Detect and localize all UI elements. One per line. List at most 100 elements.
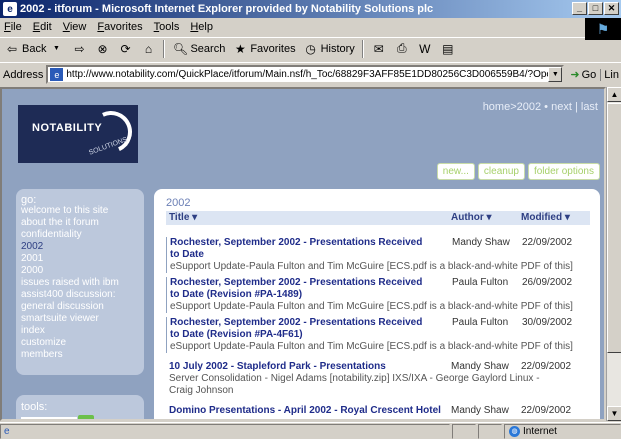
notability-logo: NOTABILITY SOLUTIONS bbox=[18, 105, 138, 163]
doc-title-link[interactable]: Rochester, September 2002 - Presentation… bbox=[167, 237, 429, 261]
stop-icon[interactable]: ⊗ bbox=[94, 41, 110, 57]
author-column-header[interactable]: Author ▾ bbox=[451, 212, 492, 223]
search-button[interactable]: 🔍︎ Search bbox=[172, 41, 225, 57]
menu-file[interactable]: File bbox=[4, 21, 22, 33]
new-button[interactable]: new... bbox=[436, 163, 475, 180]
window-title: 2002 - itforum - Microsoft Internet Expl… bbox=[20, 3, 434, 15]
vertical-scrollbar[interactable]: ▲ ▼ bbox=[606, 87, 621, 421]
menu-bar: File Edit View Favorites Tools Help bbox=[0, 18, 621, 36]
left-navigation: go: welcome to this site about the it fo… bbox=[16, 189, 144, 375]
doc-author: Paula Fulton bbox=[452, 277, 509, 288]
folder-options-button[interactable]: folder options bbox=[527, 163, 600, 180]
doc-date: 22/09/2002 bbox=[521, 405, 572, 415]
nav-item-ibm-issues[interactable]: issues raised with ibm bbox=[21, 277, 139, 289]
doc-title-link[interactable]: Rochester, September 2002 - Presentation… bbox=[167, 317, 429, 341]
breadcrumb-home[interactable]: home bbox=[483, 101, 511, 113]
search-label: Search bbox=[190, 42, 226, 55]
favorites-label: Favorites bbox=[250, 42, 296, 55]
edit-word-icon[interactable]: W bbox=[417, 41, 433, 57]
minimize-button[interactable]: _ bbox=[572, 2, 587, 15]
title-column-header[interactable]: Title ▾ bbox=[169, 212, 197, 223]
doc-author: Mandy Shaw bbox=[451, 361, 509, 372]
breadcrumb-next[interactable]: next bbox=[551, 101, 572, 113]
doc-description: eSupport Update-Paula Fulton and Tim McG… bbox=[170, 301, 573, 312]
links-button[interactable]: Lin bbox=[600, 68, 619, 81]
menu-help[interactable]: Help bbox=[190, 21, 213, 33]
history-button[interactable]: ◷ History bbox=[303, 41, 354, 57]
windows-logo-icon: ⚑ bbox=[585, 18, 621, 40]
folder-actions: new... cleanup folder options bbox=[436, 163, 600, 180]
cleanup-button[interactable]: cleanup bbox=[477, 163, 525, 180]
window-controls: _ □ ✕ bbox=[572, 2, 619, 15]
scroll-thumb[interactable] bbox=[607, 103, 621, 353]
folder-panel: 2002 Title ▾ Author ▾ Modified ▾ Rochest… bbox=[154, 189, 600, 419]
page-icon: e bbox=[50, 68, 64, 81]
status-bar: e ◍ Internet bbox=[0, 422, 621, 439]
refresh-icon[interactable]: ⟳ bbox=[117, 41, 133, 57]
nav-item-assist400[interactable]: assist400 discussion: bbox=[21, 289, 139, 301]
address-bar: Address e http://www.notability.com/Quic… bbox=[0, 62, 621, 86]
zone-label: Internet bbox=[523, 425, 557, 437]
nav-item-2002[interactable]: 2002 bbox=[21, 241, 139, 253]
doc-author: Paula Fulton bbox=[452, 317, 509, 328]
nav-item-index[interactable]: index bbox=[21, 325, 139, 337]
chevron-down-icon: ▼ bbox=[53, 45, 60, 52]
maximize-button[interactable]: □ bbox=[588, 2, 603, 15]
mail-icon[interactable]: ✉ bbox=[371, 41, 387, 57]
doc-title-link[interactable]: Domino Presentations - April 2002 - Roya… bbox=[166, 405, 466, 415]
address-input[interactable]: e http://www.notability.com/QuickPlace/i… bbox=[46, 65, 565, 84]
status-progress-cell bbox=[452, 423, 476, 439]
nav-item-customize[interactable]: customize bbox=[21, 337, 139, 349]
favorites-icon: ★ bbox=[234, 41, 246, 56]
folder-title: 2002 bbox=[166, 197, 191, 209]
nav-item-members[interactable]: members bbox=[21, 349, 139, 361]
breadcrumb-sep: | bbox=[571, 101, 581, 113]
scroll-down-button[interactable]: ▼ bbox=[607, 406, 621, 421]
menu-view[interactable]: View bbox=[63, 21, 87, 33]
scroll-up-button[interactable]: ▲ bbox=[607, 87, 621, 102]
back-arrow-icon: ⇦ bbox=[6, 41, 18, 56]
address-dropdown-button[interactable]: ▼ bbox=[548, 67, 563, 82]
doc-author: Mandy Shaw bbox=[452, 237, 510, 248]
nav-item-confidentiality[interactable]: confidentiality bbox=[21, 229, 139, 241]
doc-title-link[interactable]: 10 July 2002 - Stapleford Park - Present… bbox=[166, 361, 428, 373]
address-url: http://www.notability.com/QuickPlace/itf… bbox=[66, 69, 565, 80]
doc-title-link[interactable]: Rochester, September 2002 - Presentation… bbox=[167, 277, 429, 301]
favorites-button[interactable]: ★ Favorites bbox=[232, 41, 296, 57]
go-arrow-icon: ➜ bbox=[570, 69, 580, 81]
list-item: Rochester, September 2002 - Presentation… bbox=[166, 237, 592, 273]
search-icon: 🔍︎ bbox=[172, 41, 189, 56]
tools-go-button[interactable] bbox=[78, 415, 94, 419]
list-item: Rochester, September 2002 - Presentation… bbox=[166, 277, 592, 313]
document-list: Rochester, September 2002 - Presentation… bbox=[166, 237, 592, 419]
go-button[interactable]: ➜ Go bbox=[570, 68, 596, 82]
forward-button[interactable]: ⇨ bbox=[71, 41, 87, 57]
security-zone: ◍ Internet bbox=[504, 423, 621, 439]
breadcrumb-last[interactable]: last bbox=[581, 101, 598, 113]
print-icon[interactable]: ⎙ bbox=[394, 41, 410, 57]
back-button[interactable]: ⇦ Back ▼ bbox=[4, 41, 64, 57]
doc-date: 30/09/2002 bbox=[522, 317, 573, 328]
back-label: Back bbox=[22, 42, 47, 55]
discuss-icon[interactable]: ▤ bbox=[440, 41, 456, 57]
menu-tools[interactable]: Tools bbox=[154, 21, 180, 33]
doc-description: Server Consolidation - Nigel Adams [nota… bbox=[169, 373, 540, 396]
tools-select[interactable] bbox=[21, 417, 77, 419]
nav-item-general-discussion[interactable]: general discussion bbox=[21, 301, 139, 313]
breadcrumb-sep: • bbox=[541, 101, 552, 113]
nav-item-welcome[interactable]: welcome to this site bbox=[21, 205, 139, 217]
nav-item-smartsuite-viewer[interactable]: smartsuite viewer bbox=[21, 313, 139, 325]
doc-author: Mandy Shaw bbox=[451, 405, 509, 415]
globe-icon: ◍ bbox=[509, 425, 520, 437]
close-button[interactable]: ✕ bbox=[604, 2, 619, 15]
menu-edit[interactable]: Edit bbox=[33, 21, 52, 33]
nav-item-2000[interactable]: 2000 bbox=[21, 265, 139, 277]
nav-item-about[interactable]: about the it forum bbox=[21, 217, 139, 229]
menu-favorites[interactable]: Favorites bbox=[97, 21, 142, 33]
toolbar-separator bbox=[163, 39, 166, 58]
column-header: Title ▾ Author ▾ Modified ▾ bbox=[166, 211, 590, 225]
home-icon[interactable]: ⌂ bbox=[140, 41, 156, 57]
modified-column-header[interactable]: Modified ▾ bbox=[521, 212, 570, 223]
nav-item-2001[interactable]: 2001 bbox=[21, 253, 139, 265]
page-done-icon: e bbox=[4, 425, 10, 437]
